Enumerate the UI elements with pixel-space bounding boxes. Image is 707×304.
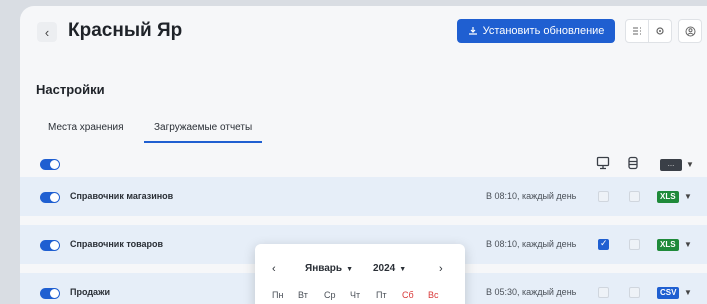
user-icon [685,26,695,36]
weekday-label: Пт [376,290,387,300]
back-button[interactable]: ‹ [37,22,57,42]
install-update-button[interactable]: Установить обновление [457,19,615,43]
report-row: Справочник магазинов В 08:10, каждый ден… [20,177,707,217]
previous-month-button[interactable]: ‹ [272,263,276,275]
database-icon [628,156,638,170]
format-badge[interactable]: CSV [657,287,680,299]
format-badge[interactable]: XLS [657,239,679,251]
settings-button[interactable] [648,19,672,43]
more-icon: ... [660,159,682,171]
chevron-down-icon: ▼ [346,266,353,273]
settings-window: ‹ Красный Яр Установить обновление Настр… [20,6,707,304]
month-label: Январь [305,263,343,274]
weekday-label: Вт [298,290,308,300]
monitor-checkbox[interactable] [598,238,609,250]
report-toggle[interactable] [40,192,60,203]
year-label: 2024 [373,263,396,274]
tab-storage[interactable]: Места хранения [48,121,124,143]
chevron-down-icon: ▼ [399,266,407,273]
list-settings-icon [633,27,641,35]
report-name: Продажи [70,287,110,297]
weekday-header: Пн Вт Ср Чт Пт Сб Вс [272,290,452,304]
report-toggle[interactable] [40,288,60,299]
date-picker-popup: ‹ Январь ▼ 2024 ▼ › Пн Вт Ср Чт Пт Сб Вс [255,244,465,304]
gear-icon [656,27,664,35]
install-update-label: Установить обновление [482,25,605,37]
monitor-checkbox[interactable] [598,287,609,298]
monitor-icon [596,156,610,170]
page-title: Красный Яр [68,20,183,41]
list-settings-button[interactable] [625,19,649,43]
chevron-down-icon: ▼ [686,160,694,169]
chevron-left-icon: ‹ [44,24,50,40]
settings-title: Настройки [36,82,105,97]
download-icon [468,27,477,35]
month-select[interactable]: Январь ▼ [305,263,353,274]
master-toggle[interactable] [40,159,60,170]
database-checkbox[interactable] [629,191,640,202]
profile-button[interactable] [678,19,702,43]
report-name: Справочник магазинов [70,191,174,201]
monitor-checkbox[interactable] [598,191,609,202]
chevron-down-icon[interactable]: ▼ [684,192,692,201]
format-badge[interactable]: XLS [657,191,679,203]
tab-uploaded-reports[interactable]: Загружаемые отчеты [143,121,263,143]
report-toggle[interactable] [40,240,60,251]
weekday-label: Сб [402,290,414,300]
weekday-label: Вс [428,290,439,300]
report-schedule[interactable]: В 08:10, каждый день [486,239,576,249]
chevron-down-icon[interactable]: ▼ [684,288,692,297]
database-checkbox[interactable] [629,287,640,298]
weekday-label: Ср [324,290,336,300]
reports-toolbar: ... ▼ [20,149,707,179]
next-month-button[interactable]: › [439,263,443,275]
report-schedule[interactable]: В 05:30, каждый день [486,287,576,297]
bulk-format-menu[interactable]: ... ▼ [660,159,696,171]
year-select[interactable]: 2024 ▼ [373,263,406,274]
report-schedule[interactable]: В 08:10, каждый день [486,191,576,201]
database-checkbox[interactable] [629,239,640,250]
weekday-label: Чт [350,290,361,300]
settings-tabs: Места хранения Загружаемые отчеты [36,121,696,145]
weekday-label: Пн [272,290,284,300]
report-name: Справочник товаров [70,239,164,249]
chevron-down-icon[interactable]: ▼ [684,240,692,249]
